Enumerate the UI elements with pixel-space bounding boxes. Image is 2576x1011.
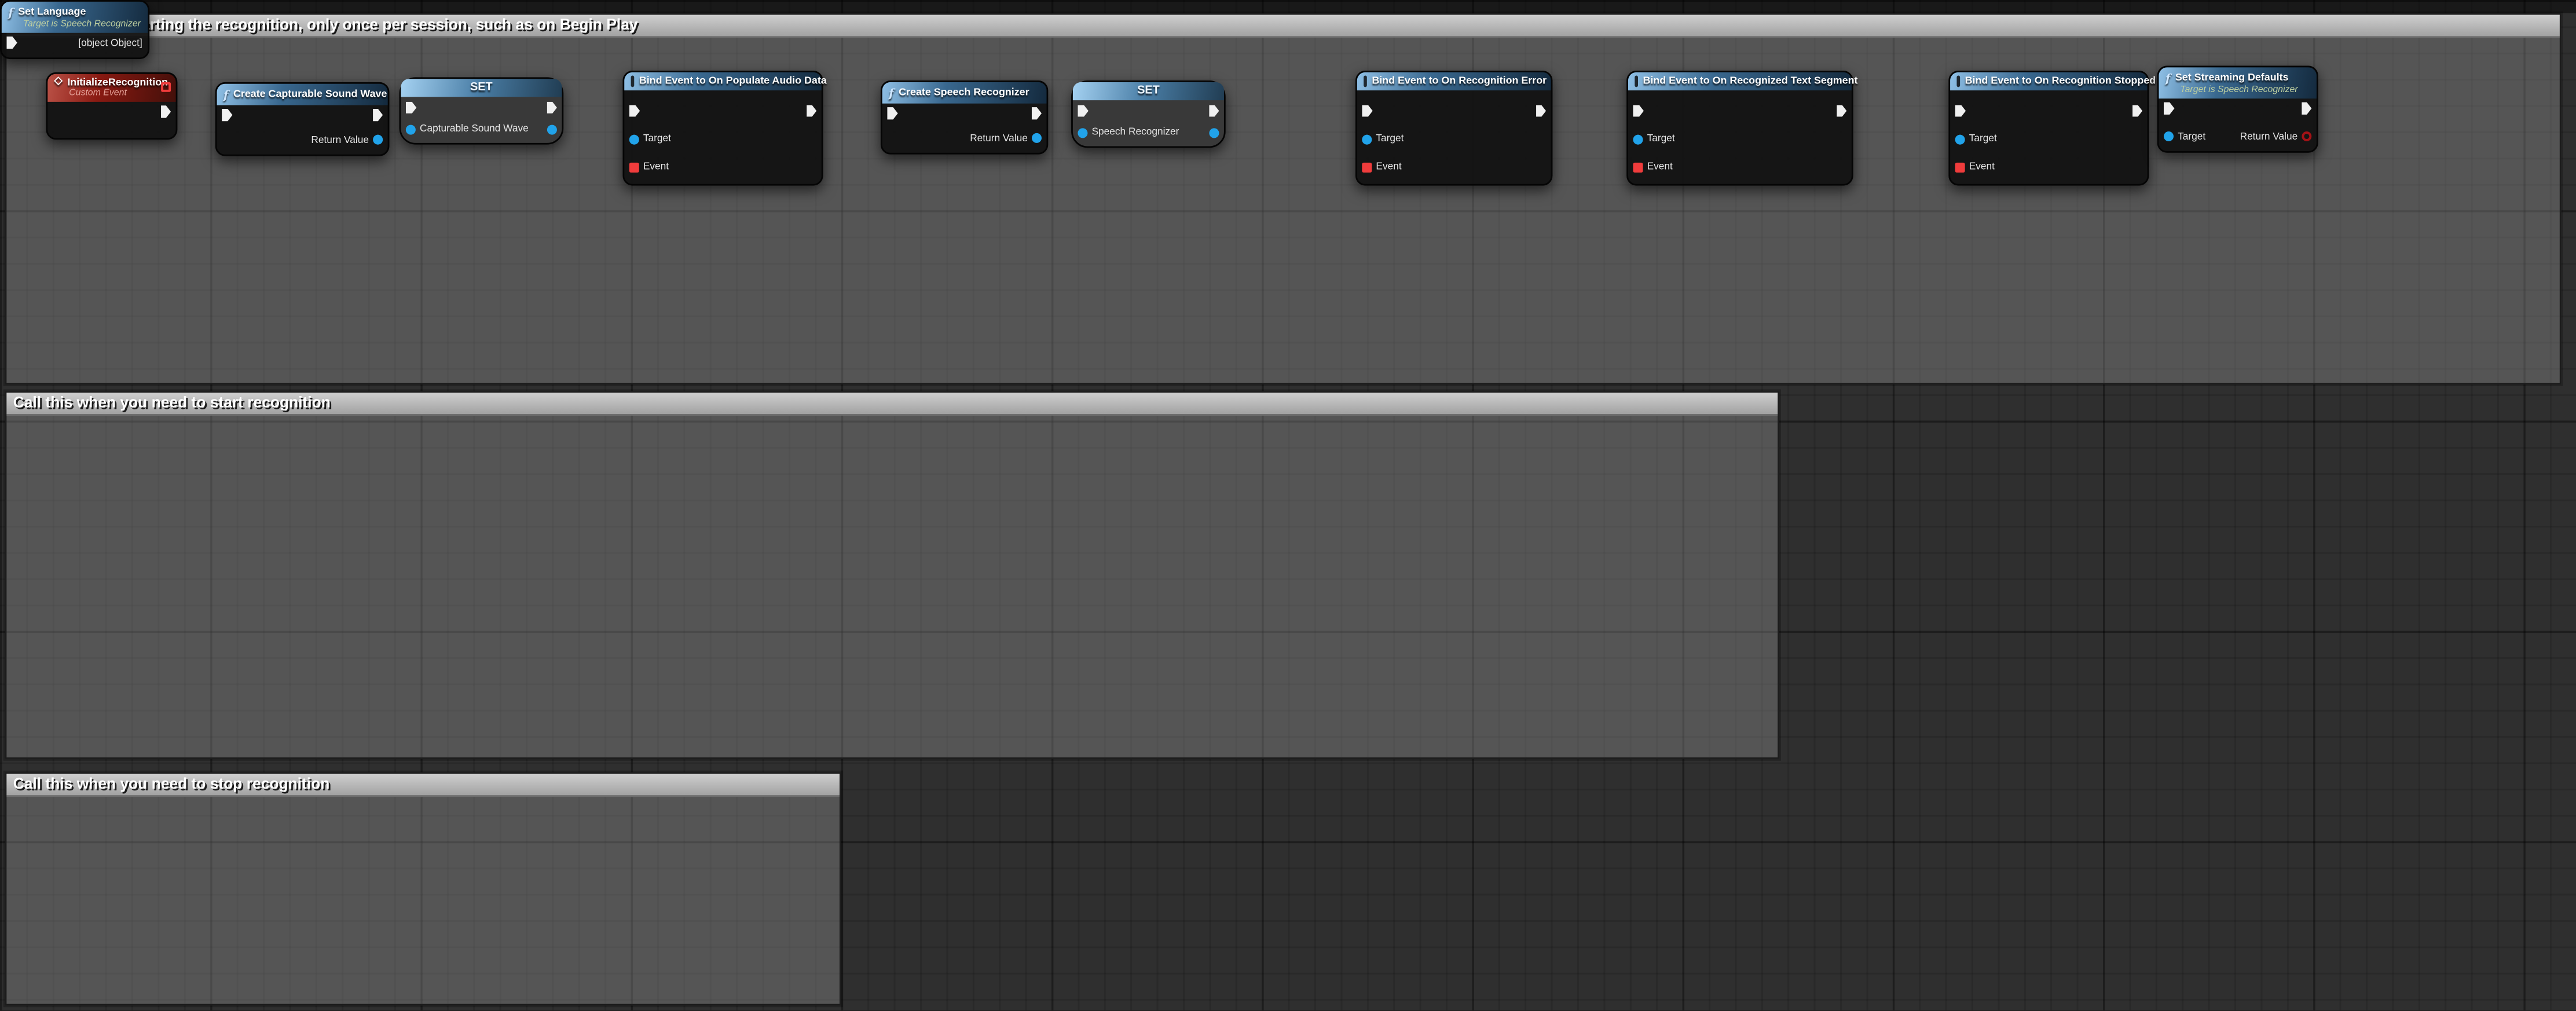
in-pin[interactable]	[222, 109, 232, 121]
event-pin[interactable]	[1633, 162, 1643, 171]
in-pin[interactable]	[406, 101, 416, 113]
in-pin[interactable]	[1078, 105, 1088, 117]
pin-label: Target	[2178, 131, 2205, 142]
comment-title-c1[interactable]: Call this before starting the recognitio…	[6, 15, 2559, 38]
pin-label: Target	[1376, 133, 1404, 145]
comment-title-c3[interactable]: Call this when you need to stop recognit…	[6, 774, 840, 797]
set-header: SET	[401, 79, 562, 97]
pin-label: Event	[1647, 161, 1673, 173]
target-pin[interactable]	[2164, 131, 2174, 141]
out-pin[interactable]	[546, 101, 556, 113]
node-title: Bind Event to On Recognition Stopped	[1965, 75, 2156, 87]
create_csw-node[interactable]: f Create Capturable Sound Wave Return Valu…	[215, 82, 390, 155]
node-subtitle: Target is Speech Recognizer	[23, 19, 141, 29]
vout-pin[interactable]	[1209, 127, 1219, 137]
target-pin[interactable]	[1955, 134, 1965, 144]
target-pin[interactable]	[1633, 134, 1643, 144]
target-pin[interactable]	[629, 134, 639, 144]
function-icon: f	[2165, 70, 2171, 85]
in-pin[interactable]	[1362, 105, 1372, 117]
comment-box-c2[interactable]: Call this when you need to start recogni…	[5, 391, 1780, 759]
set_csw-node[interactable]: SET Capturable Sound Wave	[400, 77, 564, 144]
return-value-pin[interactable]	[2302, 131, 2311, 141]
pin-label: Return Value	[970, 132, 1028, 144]
return-value-pin[interactable]	[373, 135, 383, 145]
out-pin[interactable]	[160, 105, 171, 118]
pin-label: Return Value	[2240, 131, 2298, 142]
node-subtitle: Custom Event	[69, 88, 169, 98]
pin-label: Target	[643, 133, 671, 145]
target-pin[interactable]	[1362, 134, 1372, 144]
pin-label: Capturable Sound Wave	[420, 123, 529, 135]
event-pin[interactable]	[1362, 162, 1372, 171]
comment-title-c2[interactable]: Call this when you need to start recogni…	[6, 393, 1778, 416]
init_event-node[interactable]: ◇ InitializeRecognitionCustom Event	[46, 72, 177, 139]
bind_pop-node[interactable]: Bind Event to On Populate Audio DataTarg…	[622, 71, 823, 186]
set_sr-node[interactable]: SET Speech Recognizer	[1071, 80, 1226, 148]
pin-label: Return Value	[311, 134, 369, 145]
pin-label: Event	[1376, 161, 1401, 173]
out-pin[interactable]	[372, 109, 383, 121]
in-pin[interactable]	[887, 107, 897, 119]
set_stream-node[interactable]: f Set Streaming Defaults Target is Speech …	[2157, 66, 2318, 152]
event-pin[interactable]	[629, 162, 639, 171]
create_sr-node[interactable]: f Create Speech Recognizer Return Value	[881, 80, 1048, 153]
node-title: Set Streaming Defaults	[2175, 71, 2289, 83]
out-pin[interactable]	[2301, 102, 2311, 115]
node-title: Create Speech Recognizer	[899, 86, 1029, 98]
bind_stop-node[interactable]: Bind Event to On Recognition StoppedTarg…	[1948, 71, 2149, 186]
comment-box-c3[interactable]: Call this when you need to stop recognit…	[5, 772, 841, 1006]
event-icon: ◇	[54, 77, 63, 87]
pin-label: Speech Recognizer	[1092, 126, 1179, 138]
out-pin[interactable]	[1836, 105, 1846, 117]
node-title: Create Capturable Sound Wave	[233, 88, 387, 100]
bind-event-icon	[1956, 75, 1960, 87]
pin-label: [object Object]	[78, 37, 142, 49]
delegate-pin[interactable]	[161, 82, 171, 92]
pin-label: Target	[1647, 133, 1675, 145]
pin-label: Target	[1969, 133, 1997, 145]
blueprint-graph-canvas[interactable]: Call this before starting the recognitio…	[0, 0, 2576, 1011]
in-pin[interactable]	[1955, 105, 1966, 117]
out-pin[interactable]	[806, 105, 816, 117]
bind-event-icon	[1635, 75, 1638, 87]
event-pin[interactable]	[1955, 162, 1965, 171]
speech-recognizer-pin[interactable]	[1078, 127, 1087, 137]
node-title: Bind Event to On Populate Audio Data	[639, 75, 827, 87]
out-pin[interactable]	[1031, 107, 1042, 119]
in-pin[interactable]	[2164, 102, 2174, 115]
out-pin[interactable]	[2132, 105, 2142, 117]
node-title: Bind Event to On Recognition Error	[1372, 75, 1547, 87]
function-icon: f	[8, 4, 13, 19]
capturable-sound-wave-pin[interactable]	[406, 124, 416, 134]
function-icon: f	[889, 85, 894, 100]
bind-event-icon	[1364, 75, 1367, 87]
node-title: Set Language	[18, 6, 86, 17]
in-pin[interactable]	[1633, 105, 1643, 117]
out-pin[interactable]	[1208, 105, 1219, 117]
node-subtitle: Target is Speech Recognizer	[2180, 85, 2310, 94]
bind_txt-node[interactable]: Bind Event to On Recognized Text Segment…	[1626, 71, 1853, 186]
set-header: SET	[1073, 82, 1224, 100]
in-pin[interactable]	[6, 36, 17, 49]
function-icon: f	[223, 86, 229, 101]
node-title: InitializeRecognition	[67, 76, 168, 88]
node-title: Bind Event to On Recognized Text Segment	[1643, 75, 1858, 87]
return-value-pin[interactable]	[1032, 133, 1042, 143]
pin-label: Event	[1969, 161, 1995, 173]
graph-top-strip	[0, 0, 2576, 13]
pin-label: Event	[643, 161, 669, 173]
bind-event-icon	[631, 75, 635, 87]
bind_err-node[interactable]: Bind Event to On Recognition Error Target…	[1355, 71, 1553, 186]
in-pin[interactable]	[629, 105, 640, 117]
vout-pin[interactable]	[547, 124, 557, 134]
out-pin[interactable]	[1536, 105, 1546, 117]
